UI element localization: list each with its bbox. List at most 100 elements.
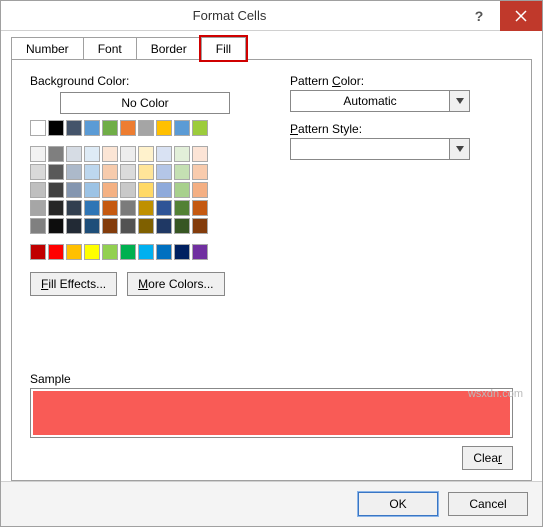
color-swatch[interactable] (102, 200, 118, 216)
color-swatch[interactable] (174, 244, 190, 260)
color-swatch[interactable] (138, 218, 154, 234)
watermark: wsxdn.com (468, 388, 523, 400)
fill-effects-button[interactable]: Fill Effects... (30, 272, 117, 296)
color-swatch[interactable] (192, 164, 208, 180)
color-swatch[interactable] (84, 218, 100, 234)
color-swatch[interactable] (30, 120, 46, 136)
color-swatch[interactable] (138, 182, 154, 198)
color-swatch[interactable] (120, 146, 136, 162)
color-swatch[interactable] (156, 244, 172, 260)
color-swatch[interactable] (48, 244, 64, 260)
color-swatch[interactable] (30, 244, 46, 260)
color-swatch[interactable] (48, 182, 64, 198)
color-swatch[interactable] (120, 218, 136, 234)
tabstrip: NumberFontBorderFill (11, 37, 532, 60)
close-icon (515, 10, 527, 22)
chevron-down-icon (449, 139, 469, 159)
pattern-style-combo[interactable] (290, 138, 470, 160)
titlebar: Format Cells ? (1, 1, 542, 31)
color-swatch[interactable] (66, 244, 82, 260)
color-swatch[interactable] (30, 218, 46, 234)
color-swatch[interactable] (120, 164, 136, 180)
color-swatch[interactable] (30, 182, 46, 198)
tab-border[interactable]: Border (136, 37, 202, 60)
dialog-title: Format Cells (1, 8, 458, 23)
color-swatch[interactable] (48, 164, 64, 180)
color-swatch[interactable] (84, 244, 100, 260)
color-swatch[interactable] (48, 146, 64, 162)
color-swatch[interactable] (66, 218, 82, 234)
color-swatch[interactable] (174, 182, 190, 198)
color-swatch[interactable] (30, 200, 46, 216)
color-swatch[interactable] (156, 164, 172, 180)
color-swatch[interactable] (120, 244, 136, 260)
color-swatch[interactable] (102, 146, 118, 162)
tab-font[interactable]: Font (83, 37, 137, 60)
color-swatch[interactable] (120, 200, 136, 216)
sample-preview (33, 391, 510, 435)
color-swatch[interactable] (138, 164, 154, 180)
color-swatch[interactable] (156, 218, 172, 234)
clear-button[interactable]: Clear (462, 446, 513, 470)
color-swatch[interactable] (156, 146, 172, 162)
sample-label: Sample (30, 372, 513, 386)
chevron-down-icon (449, 91, 469, 111)
ok-button[interactable]: OK (358, 492, 438, 516)
color-swatch[interactable] (156, 182, 172, 198)
tab-number[interactable]: Number (11, 37, 84, 60)
cancel-button[interactable]: Cancel (448, 492, 528, 516)
pattern-color-value: Automatic (291, 91, 449, 111)
pattern-color-combo[interactable]: Automatic (290, 90, 470, 112)
no-color-button[interactable]: No Color (60, 92, 230, 114)
color-swatch[interactable] (84, 146, 100, 162)
color-swatch[interactable] (48, 200, 64, 216)
close-button[interactable] (500, 1, 542, 31)
color-swatch[interactable] (102, 182, 118, 198)
color-swatch[interactable] (192, 244, 208, 260)
color-swatch[interactable] (120, 182, 136, 198)
color-swatch[interactable] (192, 146, 208, 162)
color-swatch[interactable] (192, 182, 208, 198)
color-swatch[interactable] (66, 120, 82, 136)
color-palette (30, 120, 260, 260)
color-swatch[interactable] (66, 200, 82, 216)
color-swatch[interactable] (84, 120, 100, 136)
color-swatch[interactable] (84, 200, 100, 216)
color-swatch[interactable] (48, 120, 64, 136)
color-swatch[interactable] (138, 244, 154, 260)
color-swatch[interactable] (66, 164, 82, 180)
more-colors-button[interactable]: More Colors... (127, 272, 224, 296)
color-swatch[interactable] (192, 200, 208, 216)
color-swatch[interactable] (84, 182, 100, 198)
color-swatch[interactable] (192, 120, 208, 136)
color-swatch[interactable] (48, 218, 64, 234)
color-swatch[interactable] (174, 218, 190, 234)
color-swatch[interactable] (102, 164, 118, 180)
color-swatch[interactable] (192, 218, 208, 234)
tab-fill[interactable]: Fill (201, 37, 246, 60)
help-button[interactable]: ? (458, 1, 500, 31)
tabs-area: NumberFontBorderFill (1, 31, 542, 60)
color-swatch[interactable] (174, 164, 190, 180)
color-swatch[interactable] (66, 146, 82, 162)
color-swatch[interactable] (156, 120, 172, 136)
color-swatch[interactable] (138, 146, 154, 162)
color-swatch[interactable] (30, 164, 46, 180)
color-swatch[interactable] (174, 146, 190, 162)
color-swatch[interactable] (138, 120, 154, 136)
color-swatch[interactable] (66, 182, 82, 198)
color-swatch[interactable] (120, 120, 136, 136)
color-swatch[interactable] (174, 200, 190, 216)
color-swatch[interactable] (156, 200, 172, 216)
color-swatch[interactable] (102, 244, 118, 260)
sample-box (30, 388, 513, 438)
color-swatch[interactable] (102, 120, 118, 136)
pattern-color-label: Pattern Color: (290, 74, 513, 88)
color-swatch[interactable] (138, 200, 154, 216)
color-swatch[interactable] (102, 218, 118, 234)
color-swatch[interactable] (174, 120, 190, 136)
color-swatch[interactable] (30, 146, 46, 162)
format-cells-dialog: Format Cells ? NumberFontBorderFill Back… (0, 0, 543, 527)
pattern-style-label: Pattern Style: (290, 122, 513, 136)
color-swatch[interactable] (84, 164, 100, 180)
